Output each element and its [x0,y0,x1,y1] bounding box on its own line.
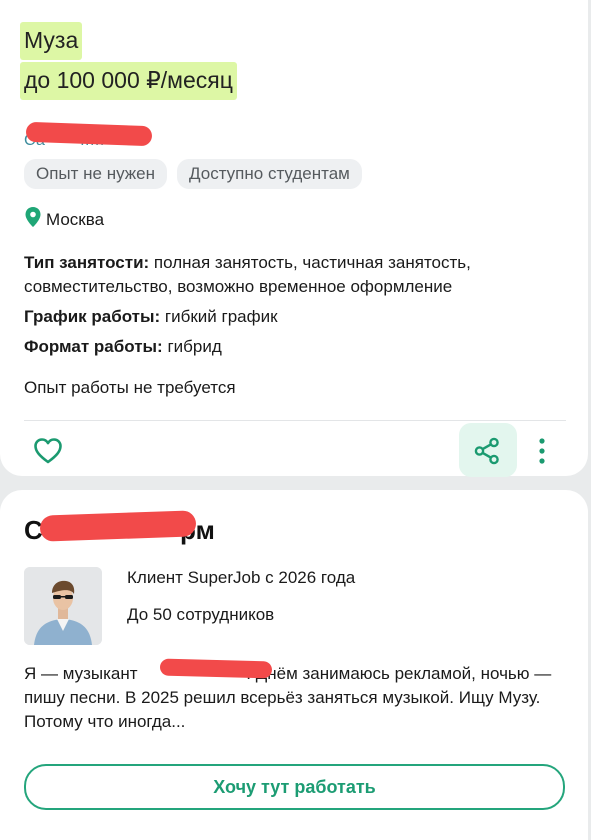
company-about: Я — музыкант . Днём занимаюсь рекламой, … [24,662,572,734]
experience-requirement: Опыт работы не требуется [24,378,236,397]
vacancy-salary: до 100 000 ₽/месяц [20,62,237,100]
heart-icon[interactable] [33,436,63,466]
client-since: Клиент SuperJob с 2026 года [127,568,356,587]
redaction-company-name [39,510,197,542]
schedule-value: гибкий график [160,307,278,326]
location-pin-icon [24,206,42,233]
redaction-about [159,658,273,679]
employment-type-label: Тип занятости: [24,253,150,272]
employee-count: До 50 сотрудников [127,605,275,624]
company-avatar [24,567,102,645]
work-format-label: Формат работы: [24,337,163,356]
work-format: Формат работы: гибрид [24,335,572,359]
tag-list: Опыт не нужен Доступно студентам [24,159,362,189]
schedule-label: График работы: [24,307,161,326]
location: Москва [24,206,104,233]
about-text-start: Я — музыкант [24,664,143,683]
location-label: Москва [46,209,105,229]
employment-type: Тип занятости: полная занятость, частичн… [24,251,572,299]
share-icon[interactable] [472,436,502,466]
vacancy-details: Тип занятости: полная занятость, частичн… [24,251,572,359]
divider [24,420,566,421]
vacancy-title[interactable]: Муза [20,22,83,60]
want-to-work-here-button[interactable]: Хочу тут работать [24,764,565,810]
tag-students[interactable]: Доступно студентам [177,159,362,189]
vacancy-card: Муза до 100 000 ₽/месяц Ca IIIII Опыт не… [0,0,588,477]
more-vertical-icon[interactable] [530,435,554,467]
schedule: График работы: гибкий график [24,305,572,329]
work-format-value: гибрид [162,337,222,356]
tag-no-experience[interactable]: Опыт не нужен [24,159,168,189]
